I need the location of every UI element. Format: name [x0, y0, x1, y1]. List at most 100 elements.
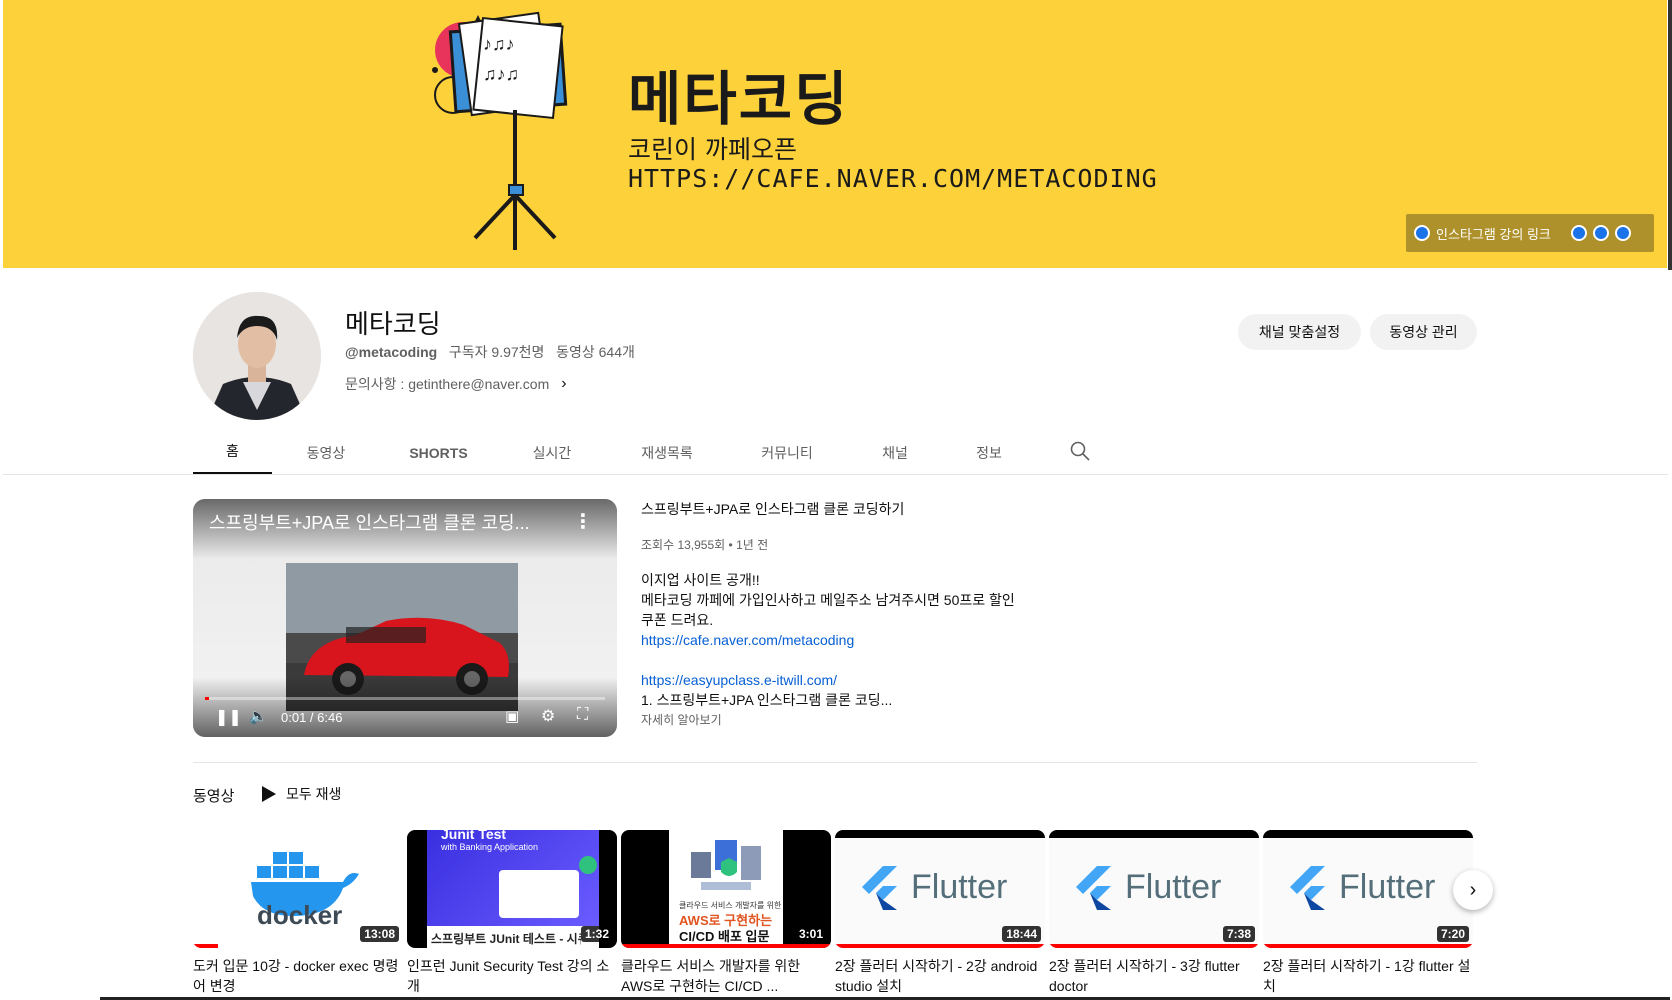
easyup-link[interactable]: https://easyupclass.e-itwill.com/ [641, 670, 1031, 690]
banner-url: HTTPS://CAFE.NAVER.COM/METACODING [628, 164, 1158, 193]
fullscreen-icon[interactable]: ⛶ [577, 706, 588, 724]
watched-progress [835, 944, 1045, 948]
channel-banner: ♪♫♪ ♫♪♫ 메타코딩 코린이 까페오픈 HTTPS://CAFE.NAVER… [3, 0, 1667, 268]
tab-channels[interactable]: 채널 [847, 430, 943, 475]
tab-shorts[interactable]: SHORTS [380, 430, 497, 475]
subtitles-icon[interactable]: ▣ [505, 707, 519, 725]
thumb-text: Junit Test [441, 830, 507, 842]
cloud-security-icon [691, 840, 761, 890]
link-icon[interactable] [1592, 225, 1609, 241]
chevron-right-icon: › [561, 375, 567, 392]
customize-channel-button[interactable]: 채널 맞춤설정 [1238, 314, 1361, 350]
video-thumbnail[interactable]: Flutter 18:44 [835, 830, 1045, 948]
progress-bar[interactable] [205, 697, 605, 700]
video-duration: 13:08 [360, 926, 399, 942]
video-thumbnail[interactable]: Flutter 7:38 [1049, 830, 1259, 948]
channel-meta: @metacoding 구독자 9.97천명 동영상 644개 [345, 342, 635, 362]
channel-name: 메타코딩 [345, 309, 441, 339]
video-card[interactable]: Flutter 18:44 2장 플러터 시작하기 - 2강 android s… [835, 830, 1045, 996]
read-more-link[interactable]: 자세히 알아보기 [641, 711, 722, 728]
video-duration: 7:20 [1436, 926, 1469, 942]
channel-description-link[interactable]: 문의사항 : getinthere@naver.com › [345, 374, 567, 394]
play-icon [262, 786, 276, 802]
cafe-link[interactable]: https://cafe.naver.com/metacoding [641, 630, 1031, 650]
video-card[interactable]: Junit Test with Banking Application 스프링부… [407, 830, 617, 996]
svg-text:♫♪♫: ♫♪♫ [483, 64, 519, 84]
banner-link-label[interactable]: 인스타그램 강의 링크 [1436, 224, 1551, 243]
watched-progress [1263, 944, 1473, 948]
play-all-button[interactable]: 모두 재생 [262, 784, 341, 804]
settings-icon[interactable]: ⚙ [541, 706, 555, 726]
video-title[interactable]: 2장 플러터 시작하기 - 3강 flutter doctor [1049, 956, 1259, 996]
thumb-text: Flutter [1339, 868, 1436, 906]
flutter-logo-icon [862, 866, 897, 910]
flutter-logo-icon [1290, 866, 1325, 910]
video-thumbnail[interactable]: 클라우드 서비스 개발자를 위한 AWS로 구현하는 CI/CD 배포 입문 3… [621, 830, 831, 948]
desc-line: 메타코딩 까페에 가입인사하고 메일주소 남겨주시면 50프로 할인 쿠폰 드려… [641, 592, 1015, 628]
svg-text:♪♫♪: ♪♫♪ [483, 34, 515, 54]
video-thumbnail[interactable]: Junit Test with Banking Application 스프링부… [407, 830, 617, 948]
video-count: 동영상 644개 [556, 344, 635, 360]
player-title[interactable]: 스프링부트+JPA로 인스타그램 클론 코딩... [209, 509, 559, 535]
tab-about[interactable]: 정보 [943, 430, 1035, 475]
video-title[interactable]: 인프런 Junit Security Test 강의 소개 [407, 956, 617, 996]
flutter-logo-icon [1076, 866, 1111, 910]
channel-avatar[interactable] [193, 292, 321, 420]
thumb-text: Flutter [1125, 868, 1222, 906]
volume-icon[interactable]: 🔈 [249, 707, 268, 725]
video-card[interactable]: Flutter 7:38 2장 플러터 시작하기 - 3강 flutter do… [1049, 830, 1259, 996]
video-card[interactable]: Flutter 7:20 2장 플러터 시작하기 - 1강 flutter 설치 [1263, 830, 1473, 996]
video-duration: 7:38 [1222, 926, 1255, 942]
video-duration: 18:44 [1002, 926, 1041, 942]
section-divider [193, 762, 1477, 763]
power-icon [579, 856, 597, 874]
thumb-bot-text: CI/CD 배포 입문 [679, 929, 770, 944]
shelf-next-button[interactable]: › [1453, 870, 1493, 910]
pause-icon[interactable]: ❚❚ [215, 707, 242, 727]
more-vert-icon[interactable]: ⋮ [573, 509, 593, 534]
manage-videos-button[interactable]: 동영상 관리 [1370, 314, 1477, 350]
player-time: 0:01 / 6:46 [281, 710, 343, 725]
video-card[interactable]: docker 13:08 도커 입문 10강 - docker exec 명령어… [193, 830, 403, 996]
banner-title: 메타코딩 [628, 65, 850, 133]
banner-subtitle: 코린이 까페오픈 [628, 135, 797, 164]
desc-line: 이지업 사이트 공개!! [641, 572, 760, 588]
subscriber-count: 구독자 9.97천명 [448, 344, 545, 360]
thumb-text: docker [257, 900, 343, 930]
thumb-subtext: with Banking Application [441, 842, 539, 852]
featured-views: 조회수 13,955회 • 1년 전 [641, 538, 769, 552]
watched-progress [621, 944, 831, 948]
video-duration: 3:01 [794, 926, 827, 942]
avatar-image [193, 292, 321, 420]
video-card[interactable]: 클라우드 서비스 개발자를 위한 AWS로 구현하는 CI/CD 배포 입문 3… [621, 830, 831, 996]
shelf-title[interactable]: 동영상 [193, 785, 234, 806]
tab-videos[interactable]: 동영상 [272, 430, 380, 475]
featured-video-player[interactable]: 스프링부트+JPA로 인스타그램 클론 코딩... ⋮ ❚❚ 🔈 0:01 / … [193, 499, 617, 737]
search-icon[interactable] [1070, 441, 1090, 461]
tabs-divider [3, 474, 1668, 475]
progress-fill [205, 697, 209, 700]
video-title[interactable]: 도커 입문 10강 - docker exec 명령어 변경 [193, 956, 403, 996]
tab-playlists[interactable]: 재생목록 [607, 430, 727, 475]
video-title[interactable]: 2장 플러터 시작하기 - 2강 android studio 설치 [835, 956, 1045, 996]
video-thumbnail[interactable]: docker 13:08 [193, 830, 403, 948]
watched-progress [1049, 944, 1259, 948]
tab-home[interactable]: 홈 [193, 430, 272, 475]
tab-community[interactable]: 커뮤니티 [727, 430, 847, 475]
desc-line: 1. 스프링부트+JPA 인스타그램 클론 코딩... [641, 692, 893, 708]
thumb-top-bar [1263, 830, 1473, 838]
video-thumbnail[interactable]: Flutter 7:20 [1263, 830, 1473, 948]
tab-live[interactable]: 실시간 [497, 430, 607, 475]
featured-title[interactable]: 스프링부트+JPA로 인스타그램 클론 코딩하기 [641, 499, 904, 519]
video-title[interactable]: 클라우드 서비스 개발자를 위한 AWS로 구현하는 CI/CD ... [621, 956, 831, 996]
channel-contact: 문의사항 : getinthere@naver.com [345, 376, 550, 392]
channel-tabs: 홈 동영상 SHORTS 실시간 재생목록 커뮤니티 채널 정보 [193, 430, 1035, 475]
link-icon [1414, 225, 1430, 241]
laptop-graphic [499, 870, 579, 918]
link-icon[interactable] [1614, 225, 1631, 241]
window-edge [1668, 0, 1672, 270]
chevron-right-icon: › [1469, 878, 1477, 901]
banner-links[interactable]: 인스타그램 강의 링크 [1406, 214, 1654, 252]
video-title[interactable]: 2장 플러터 시작하기 - 1강 flutter 설치 [1263, 956, 1473, 996]
link-icon[interactable] [1570, 225, 1587, 241]
